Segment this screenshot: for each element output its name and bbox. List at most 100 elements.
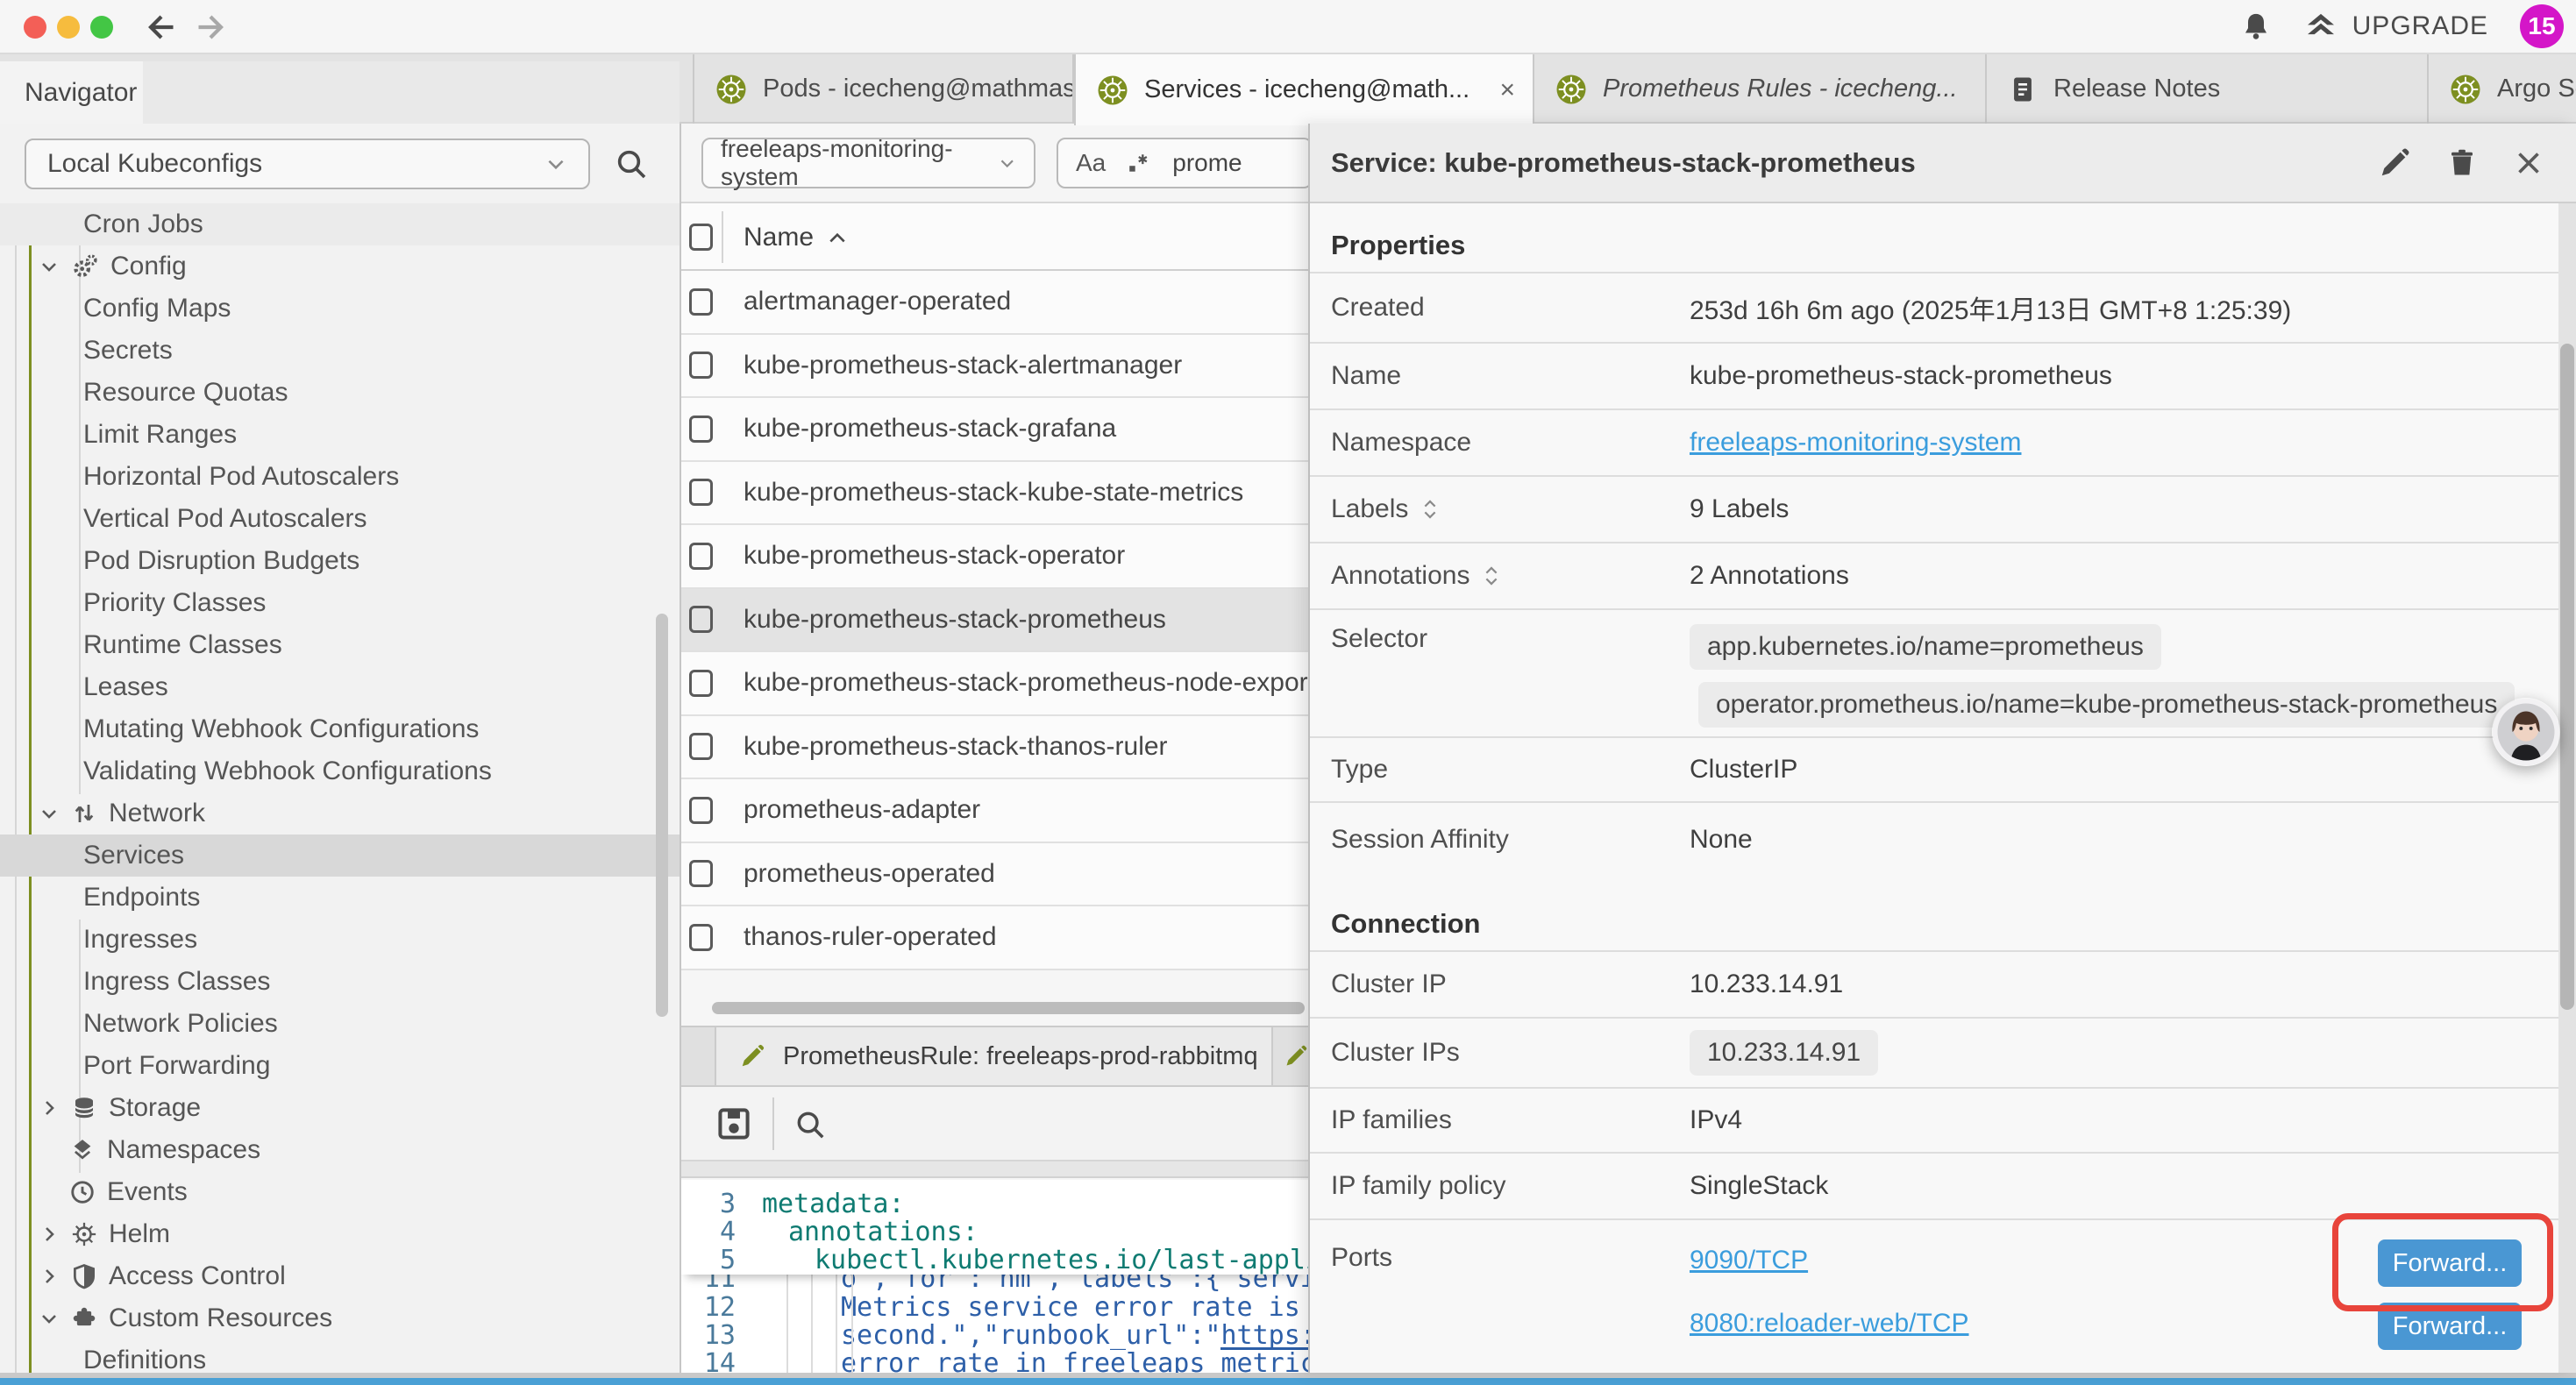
traffic-light-zoom[interactable] bbox=[90, 16, 113, 39]
expand-collapse-icon[interactable] bbox=[1484, 565, 1499, 587]
row-checkbox[interactable] bbox=[689, 606, 713, 633]
property-label: Selector bbox=[1331, 624, 1690, 654]
tab-argo[interactable]: Argo Se bbox=[2429, 54, 2576, 124]
table-row[interactable]: prometheus-operated bbox=[681, 843, 1308, 907]
panel-scrollbar-track[interactable] bbox=[2558, 203, 2576, 1373]
editor-tab-next-partial[interactable] bbox=[1275, 1027, 1308, 1085]
sidebar-item-limit-ranges[interactable]: Limit Ranges bbox=[0, 414, 680, 456]
namespace-filter[interactable]: freeleaps-monitoring-system bbox=[701, 138, 1035, 188]
match-case-icon[interactable]: Aa bbox=[1076, 149, 1106, 177]
table-row[interactable]: kube-prometheus-stack-prometheus-node-ex… bbox=[681, 652, 1308, 716]
line-number: 12 bbox=[681, 1294, 758, 1322]
edit-pencil-icon[interactable] bbox=[2378, 146, 2411, 180]
tab-prometheus-rules[interactable]: Prometheus Rules - icecheng... bbox=[1534, 54, 1987, 124]
table-row[interactable]: kube-prometheus-stack-thanos-ruler bbox=[681, 716, 1308, 780]
sidebar-item-access-control[interactable]: Access Control bbox=[0, 1255, 680, 1297]
property-value[interactable]: 9 Labels bbox=[1690, 494, 1789, 524]
sidebar-item-priority-classes[interactable]: Priority Classes bbox=[0, 582, 680, 624]
sidebar-item-events[interactable]: Events bbox=[0, 1171, 680, 1213]
port-link-9090[interactable]: 9090/TCP bbox=[1690, 1243, 1808, 1278]
sidebar-item-definitions[interactable]: Definitions bbox=[0, 1339, 680, 1373]
sidebar-item-ingresses[interactable]: Ingresses bbox=[0, 919, 680, 961]
sidebar-scrollbar[interactable] bbox=[656, 614, 668, 1017]
save-icon[interactable] bbox=[715, 1104, 753, 1143]
line-number: 4 bbox=[681, 1218, 758, 1246]
sidebar-item-resource-quotas[interactable]: Resource Quotas bbox=[0, 372, 680, 414]
forward-arrow-icon[interactable] bbox=[195, 11, 226, 43]
column-header-name[interactable]: Name bbox=[744, 203, 847, 271]
row-checkbox[interactable] bbox=[689, 543, 713, 570]
tab-pods[interactable]: Pods - icecheng@mathmas... bbox=[693, 54, 1074, 124]
runbook-url-link[interactable]: https://net bbox=[1220, 1322, 1308, 1350]
sidebar-item-ingress-classes[interactable]: Ingress Classes bbox=[0, 961, 680, 1003]
sidebar-item-cron-jobs[interactable]: Cron Jobs bbox=[0, 203, 680, 245]
sidebar-item-storage[interactable]: Storage bbox=[0, 1087, 680, 1129]
property-row-session-affinity: Session Affinity None bbox=[1310, 801, 2576, 877]
editor-tab-prometheusrule[interactable]: PrometheusRule: freeleaps-prod-rabbitmq bbox=[715, 1027, 1273, 1085]
row-checkbox[interactable] bbox=[689, 797, 713, 824]
upgrade-button[interactable]: UPGRADE bbox=[2303, 9, 2488, 44]
sidebar-item-services[interactable]: Services bbox=[0, 835, 680, 877]
namespace-link[interactable]: freeleaps-monitoring-system bbox=[1690, 428, 2021, 458]
sidebar-item-runtime-classes[interactable]: Runtime Classes bbox=[0, 624, 680, 666]
regex-icon[interactable] bbox=[1127, 151, 1151, 175]
row-checkbox[interactable] bbox=[689, 670, 713, 697]
kubeconfig-selector[interactable]: Local Kubeconfigs bbox=[25, 138, 590, 189]
sidebar-item-label: Resource Quotas bbox=[83, 378, 288, 408]
sidebar-item-leases[interactable]: Leases bbox=[0, 666, 680, 708]
navigator-tab[interactable]: Navigator bbox=[0, 61, 143, 124]
row-checkbox[interactable] bbox=[689, 416, 713, 443]
search-icon[interactable] bbox=[793, 1108, 827, 1141]
bell-icon[interactable] bbox=[2240, 11, 2272, 42]
table-row[interactable]: prometheus-adapter bbox=[681, 779, 1308, 843]
table-row-selected[interactable]: kube-prometheus-stack-prometheus bbox=[681, 589, 1308, 653]
row-checkbox[interactable] bbox=[689, 352, 713, 379]
row-checkbox[interactable] bbox=[689, 733, 713, 760]
horizontal-scrollbar[interactable] bbox=[712, 1002, 1305, 1014]
property-value[interactable]: 2 Annotations bbox=[1690, 561, 1849, 591]
sidebar-item-config-maps[interactable]: Config Maps bbox=[0, 288, 680, 330]
tab-release-notes[interactable]: Release Notes bbox=[1987, 54, 2429, 124]
sidebar-item-port-forwarding[interactable]: Port Forwarding bbox=[0, 1045, 680, 1087]
sidebar-item-endpoints[interactable]: Endpoints bbox=[0, 877, 680, 919]
table-row[interactable]: kube-prometheus-stack-operator bbox=[681, 525, 1308, 589]
sidebar-item-helm[interactable]: Helm bbox=[0, 1213, 680, 1255]
table-row[interactable]: thanos-ruler-operated bbox=[681, 906, 1308, 970]
sidebar-item-vertical-pod-autoscalers[interactable]: Vertical Pod Autoscalers bbox=[0, 498, 680, 540]
assistant-avatar[interactable] bbox=[2492, 698, 2560, 766]
editor-scroll-band[interactable] bbox=[681, 1161, 1308, 1178]
table-row[interactable]: kube-prometheus-stack-alertmanager bbox=[681, 335, 1308, 399]
row-checkbox[interactable] bbox=[689, 924, 713, 951]
row-checkbox[interactable] bbox=[689, 860, 713, 887]
sidebar-item-mutating-webhook-configurations[interactable]: Mutating Webhook Configurations bbox=[0, 708, 680, 750]
sidebar-item-pod-disruption-budgets[interactable]: Pod Disruption Budgets bbox=[0, 540, 680, 582]
table-row[interactable]: alertmanager-operated bbox=[681, 271, 1308, 335]
sidebar-item-config[interactable]: Config bbox=[0, 245, 680, 288]
expand-collapse-icon[interactable] bbox=[1422, 498, 1438, 521]
sidebar-item-secrets[interactable]: Secrets bbox=[0, 330, 680, 372]
sidebar-item-network-policies[interactable]: Network Policies bbox=[0, 1003, 680, 1045]
table-row[interactable]: kube-prometheus-stack-grafana bbox=[681, 398, 1308, 462]
search-input[interactable]: Aa prome bbox=[1057, 138, 1308, 188]
yaml-editor[interactable]: 3metadata: 4annotations: 5kubectl.kubern… bbox=[681, 1180, 1308, 1373]
row-checkbox[interactable] bbox=[689, 479, 713, 506]
port-link-8080[interactable]: 8080:reloader-web/TCP bbox=[1690, 1306, 1969, 1341]
panel-scrollbar-thumb[interactable] bbox=[2560, 344, 2574, 1010]
row-checkbox[interactable] bbox=[689, 288, 713, 316]
close-icon[interactable] bbox=[2513, 147, 2544, 179]
tab-close-icon[interactable]: × bbox=[1487, 75, 1515, 105]
select-all-checkbox[interactable] bbox=[689, 224, 713, 251]
sidebar-item-horizontal-pod-autoscalers[interactable]: Horizontal Pod Autoscalers bbox=[0, 456, 680, 498]
sidebar-item-namespaces[interactable]: Namespaces bbox=[0, 1129, 680, 1171]
search-icon[interactable] bbox=[614, 146, 649, 181]
table-row[interactable]: kube-prometheus-stack-kube-state-metrics bbox=[681, 462, 1308, 526]
sidebar-item-custom-resources[interactable]: Custom Resources bbox=[0, 1297, 680, 1339]
trash-icon[interactable] bbox=[2446, 147, 2478, 179]
notification-badge[interactable]: 15 bbox=[2520, 4, 2564, 48]
traffic-light-minimize[interactable] bbox=[57, 16, 80, 39]
tab-services[interactable]: Services - icecheng@math... × bbox=[1074, 54, 1534, 125]
traffic-light-close[interactable] bbox=[24, 16, 46, 39]
sidebar-item-validating-webhook-configurations[interactable]: Validating Webhook Configurations bbox=[0, 750, 680, 792]
sidebar-item-network[interactable]: Network bbox=[0, 792, 680, 835]
back-arrow-icon[interactable] bbox=[146, 11, 177, 43]
